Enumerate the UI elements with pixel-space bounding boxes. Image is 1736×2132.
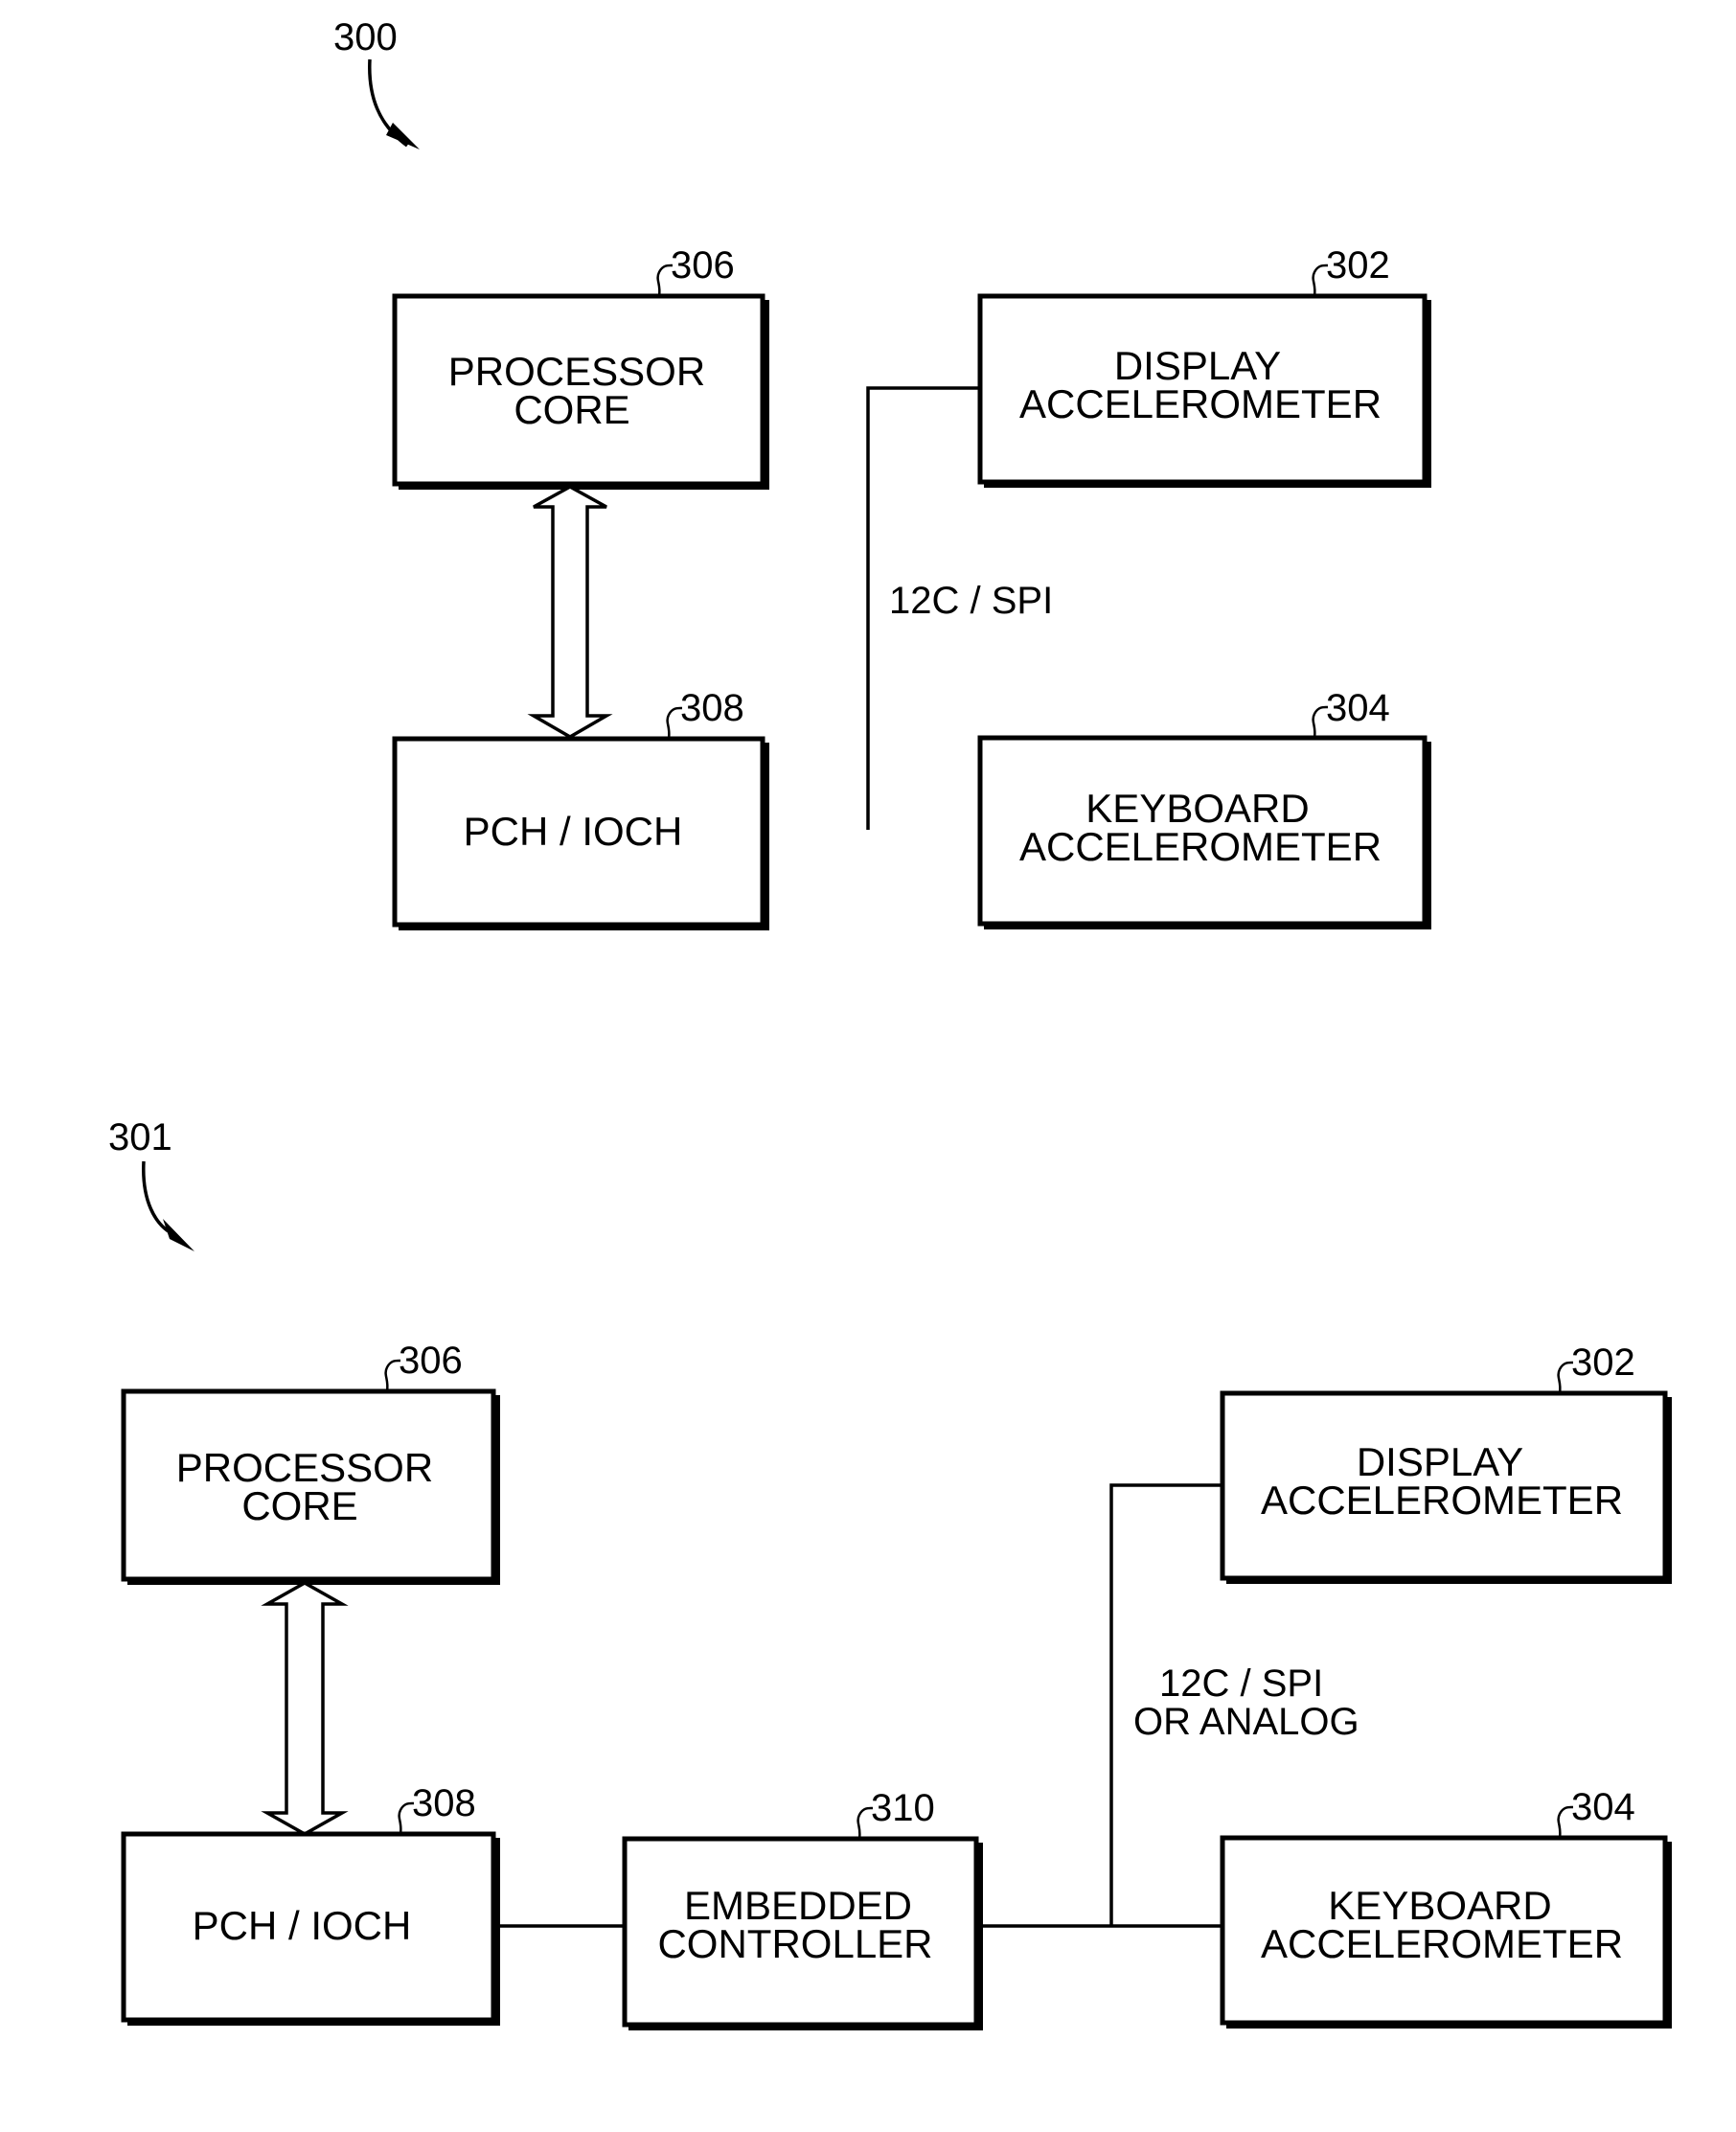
figure-300: 300 PROCESSOR CORE 306 PCH / IOCH 308 12… bbox=[333, 16, 1431, 930]
block-label-line: ACCELEROMETER bbox=[1261, 1478, 1623, 1523]
block-pch-ioch: PCH / IOCH bbox=[392, 736, 769, 930]
block-label-line: CONTROLLER bbox=[657, 1921, 932, 1966]
block-label-line: CORE bbox=[241, 1483, 357, 1528]
ref-304: 304 bbox=[1571, 1786, 1635, 1828]
block-processor-core: PROCESSOR CORE bbox=[392, 293, 769, 490]
block-display-accelerometer: DISPLAY ACCELEROMETER bbox=[1220, 1390, 1672, 1584]
bus-label: 12C / SPI bbox=[889, 580, 1053, 622]
ref-302: 302 bbox=[1571, 1341, 1635, 1384]
ref-308: 308 bbox=[680, 687, 744, 729]
block-display-accelerometer: DISPLAY ACCELEROMETER bbox=[977, 293, 1431, 488]
ref-302: 302 bbox=[1326, 244, 1390, 287]
block-label-line: ACCELEROMETER bbox=[1019, 824, 1382, 869]
ref-308: 308 bbox=[412, 1782, 476, 1824]
figure-ref-300: 300 bbox=[333, 16, 398, 58]
block-label-line: CORE bbox=[514, 387, 629, 432]
block-label-line: PCH / IOCH bbox=[193, 1903, 412, 1948]
figure-ref-301: 301 bbox=[108, 1116, 172, 1158]
bus-label-line: 12C / SPI bbox=[1159, 1662, 1323, 1705]
patent-figure-canvas: 300 PROCESSOR CORE 306 PCH / IOCH 308 12… bbox=[108, 16, 1672, 2030]
block-keyboard-accelerometer: KEYBOARD ACCELEROMETER bbox=[1220, 1835, 1672, 2029]
ref-304: 304 bbox=[1326, 687, 1390, 729]
bidirectional-arrow-icon bbox=[261, 1580, 349, 1837]
block-pch-ioch: PCH / IOCH bbox=[121, 1831, 500, 2026]
ref-310: 310 bbox=[871, 1787, 935, 1829]
bus-label-line: OR ANALOG bbox=[1133, 1701, 1359, 1743]
ref-306: 306 bbox=[399, 1340, 463, 1382]
block-label-line: ACCELEROMETER bbox=[1019, 381, 1382, 426]
block-processor-core: PROCESSOR CORE bbox=[121, 1388, 500, 1585]
figure-301: 301 PROCESSOR CORE 306 PCH / IOCH 308 EM… bbox=[108, 1116, 1672, 2030]
bidirectional-arrow-icon bbox=[527, 485, 613, 740]
figure-pointer-arrow-icon bbox=[368, 58, 420, 149]
block-label-line: ACCELEROMETER bbox=[1261, 1921, 1623, 1966]
block-embedded-controller: EMBEDDED CONTROLLER bbox=[622, 1836, 983, 2030]
block-label-line: PCH / IOCH bbox=[464, 809, 683, 854]
ref-306: 306 bbox=[671, 244, 735, 287]
block-keyboard-accelerometer: KEYBOARD ACCELEROMETER bbox=[977, 735, 1431, 929]
figure-pointer-arrow-icon bbox=[142, 1160, 194, 1251]
